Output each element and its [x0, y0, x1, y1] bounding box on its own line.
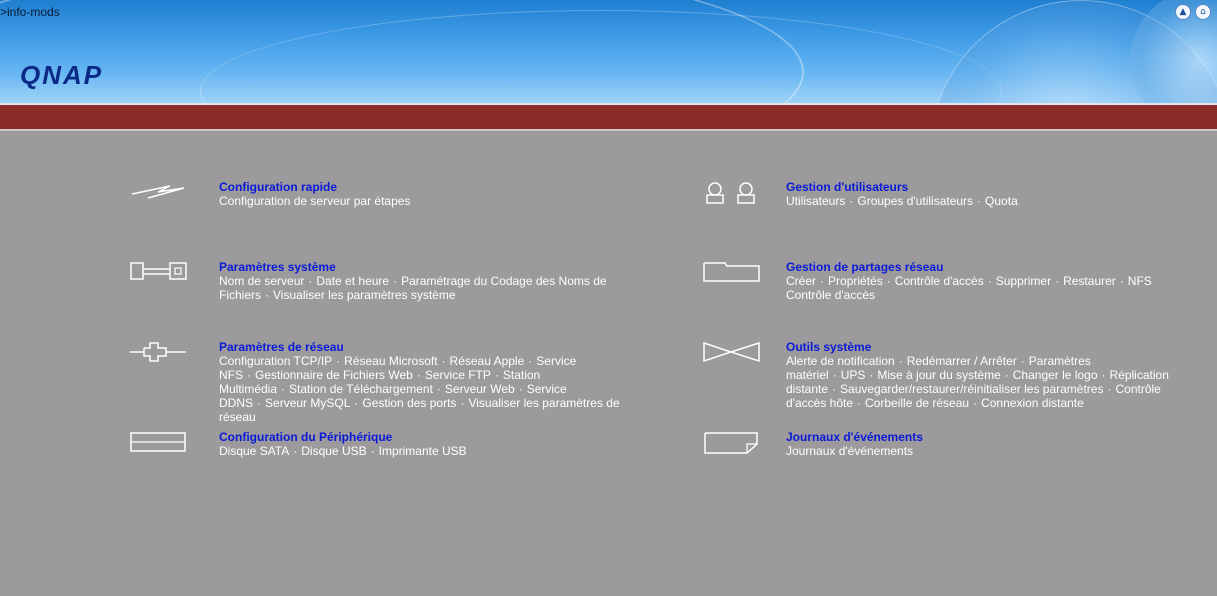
separator: ·: [281, 382, 286, 396]
sub-link[interactable]: Disque USB: [301, 444, 366, 458]
separator: ·: [1020, 354, 1025, 368]
sub-link[interactable]: Réseau Microsoft: [344, 354, 437, 368]
separator: ·: [1004, 368, 1009, 382]
sub-link[interactable]: Journaux d'événements: [786, 444, 913, 458]
device-icon: [130, 432, 186, 452]
links-device-config: Disque SATA · Disque USB · Imprimante USB: [219, 444, 629, 458]
sub-link[interactable]: Mise à jour du système: [877, 368, 1000, 382]
sub-link[interactable]: Réseau Apple: [450, 354, 525, 368]
sub-link[interactable]: Service FTP: [425, 368, 491, 382]
link-user-management[interactable]: Gestion d'utilisateurs: [786, 180, 1196, 194]
users-icon: [706, 182, 755, 204]
link-system-tools[interactable]: Outils système: [786, 340, 1191, 354]
separator: ·: [370, 444, 375, 458]
separator: ·: [518, 382, 523, 396]
log-icon: [704, 432, 758, 454]
sub-link[interactable]: Imprimante USB: [379, 444, 467, 458]
sub-link[interactable]: Groupes d'utilisateurs: [857, 194, 973, 208]
sub-link[interactable]: Gestionnaire de Fichiers Web: [255, 368, 413, 382]
sub-link[interactable]: Sauvegarder/restaurer/réinitialiser les …: [840, 382, 1103, 396]
sub-link[interactable]: Redémarrer / Arrêter: [907, 354, 1017, 368]
link-quick-config[interactable]: Configuration rapide: [219, 180, 619, 194]
separator: ·: [1107, 382, 1112, 396]
up-arrow-icon[interactable]: ▲: [1175, 4, 1191, 20]
separator: ·: [886, 274, 891, 288]
sub-link[interactable]: Configuration de serveur par étapes: [219, 194, 410, 208]
separator: ·: [528, 354, 533, 368]
link-event-logs[interactable]: Journaux d'événements: [786, 430, 1196, 444]
links-share-management: Créer · Propriétés · Contrôle d'accès · Suppri…: [786, 274, 1196, 302]
sub-link[interactable]: Date et heure: [316, 274, 389, 288]
separator: ·: [987, 274, 992, 288]
sub-link[interactable]: UPS: [841, 368, 866, 382]
home-icon[interactable]: ⌂: [1195, 4, 1211, 20]
tools-icon: [703, 341, 760, 363]
separator: ·: [1119, 274, 1124, 288]
sub-link[interactable]: Configuration TCP/IP: [219, 354, 332, 368]
separator: ·: [1101, 368, 1106, 382]
separator: ·: [1055, 274, 1060, 288]
separator: ·: [308, 274, 313, 288]
sub-link[interactable]: Quota: [985, 194, 1018, 208]
sub-link[interactable]: Gestion des ports: [362, 396, 456, 410]
separator: ·: [869, 368, 874, 382]
separator: ·: [973, 396, 978, 410]
link-device-config[interactable]: Configuration du Périphérique: [219, 430, 629, 444]
separator: ·: [247, 368, 251, 382]
separator: ·: [849, 194, 854, 208]
separator: ·: [436, 382, 441, 396]
header-banner: >info-mods QNAP ▲ ⌂: [0, 0, 1217, 103]
separator: ·: [977, 194, 982, 208]
separator: ·: [441, 354, 446, 368]
sub-link[interactable]: Utilisateurs: [786, 194, 845, 208]
sub-link[interactable]: Nom de serveur: [219, 274, 304, 288]
sub-link[interactable]: Corbeille de réseau: [865, 396, 969, 410]
sub-link[interactable]: Restaurer: [1063, 274, 1116, 288]
links-quick-config: Configuration de serveur par étapes: [219, 194, 619, 208]
separator: ·: [820, 274, 825, 288]
separator: ·: [257, 396, 262, 410]
separator: ·: [832, 382, 837, 396]
divider: [0, 129, 1217, 131]
separator: ·: [293, 444, 298, 458]
link-network-settings[interactable]: Paramètres de réseau: [219, 340, 629, 354]
folder-icon: [703, 262, 760, 282]
link-share-management[interactable]: Gestion de partages réseau: [786, 260, 1196, 274]
separator: ·: [416, 368, 421, 382]
links-network-settings: Configuration TCP/IP · Réseau Microsoft · Ré…: [219, 354, 629, 424]
separator: ·: [336, 354, 341, 368]
links-user-management: Utilisateurs · Groupes d'utilisateurs · Quot…: [786, 194, 1196, 208]
sub-link[interactable]: Changer le logo: [1013, 368, 1098, 382]
sub-link[interactable]: Supprimer: [996, 274, 1051, 288]
breadcrumb: >info-mods: [0, 5, 60, 19]
links-event-logs: Journaux d'événements: [786, 444, 1196, 458]
lightning-icon: [131, 185, 185, 199]
sub-link[interactable]: Serveur Web: [445, 382, 515, 396]
qnap-logo: QNAP: [20, 60, 104, 90]
sub-link[interactable]: Station de Téléchargement: [289, 382, 433, 396]
top-icons: ▲ ⌂: [1175, 4, 1211, 20]
sub-link[interactable]: Connexion distante: [981, 396, 1084, 410]
separator: ·: [393, 274, 398, 288]
sub-link[interactable]: Alerte de notification: [786, 354, 895, 368]
sub-link[interactable]: Contrôle d'accès: [895, 274, 984, 288]
separator: ·: [494, 368, 499, 382]
links-system-tools: Alerte de notification · Redémarrer / Arrê…: [786, 354, 1191, 410]
separator: ·: [832, 368, 837, 382]
network-plug-icon: [130, 342, 186, 362]
separator: ·: [857, 396, 862, 410]
sub-link[interactable]: Créer: [786, 274, 816, 288]
title-bar: [0, 105, 1217, 129]
separator: ·: [898, 354, 903, 368]
wrench-icon: [130, 262, 187, 280]
sub-link[interactable]: Propriétés: [828, 274, 883, 288]
sub-link[interactable]: Visualiser les paramètres système: [273, 288, 456, 302]
sub-link[interactable]: Serveur MySQL: [265, 396, 350, 410]
separator: ·: [265, 288, 270, 302]
sub-link[interactable]: Disque SATA: [219, 444, 289, 458]
separator: ·: [354, 396, 359, 410]
links-system-settings: Nom de serveur · Date et heure · Paramétrage…: [219, 274, 629, 302]
separator: ·: [460, 396, 465, 410]
link-system-settings[interactable]: Paramètres système: [219, 260, 629, 274]
